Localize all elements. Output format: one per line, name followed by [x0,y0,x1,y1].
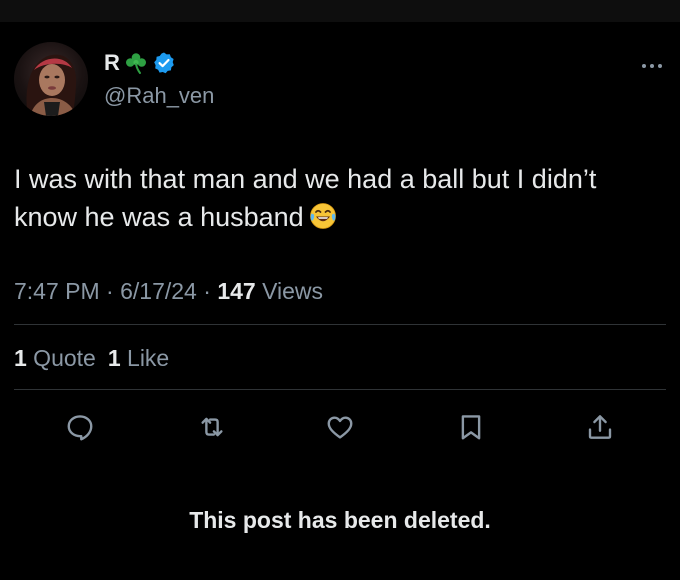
tweet-date[interactable]: 6/17/24 [120,278,197,304]
likes-count: 1 [107,345,121,371]
views-count: 147 [217,278,256,304]
author-name-row[interactable]: R [104,49,176,77]
divider [14,324,666,325]
avatar[interactable] [14,42,88,116]
share-icon [588,415,612,439]
verified-badge-icon[interactable] [152,51,176,75]
tweet-meta: 7:47 PM · 6/17/24 · 147 Views [14,276,323,306]
like-icon [327,416,353,439]
share-button[interactable] [583,410,617,444]
shamrock-icon [124,51,148,75]
user-handle[interactable]: @Rah_ven [104,82,214,110]
display-name[interactable]: R [104,49,120,77]
quotes-label: Quote [26,345,96,371]
views-label: Views [255,278,324,304]
quotes-stat[interactable]: 1 Quote [14,345,96,371]
tweet-body: I was with that man and we had a ball bu… [14,160,664,236]
retweet-icon [201,417,223,437]
more-options-icon[interactable] [640,58,664,68]
reply-button[interactable] [63,410,97,444]
tweet-text: I was with that man and we had a ball bu… [14,164,597,232]
bookmark-icon [461,415,481,440]
retweet-button[interactable] [195,410,229,444]
likes-stat[interactable]: 1 Like [108,345,169,371]
reply-icon [67,415,93,441]
divider [14,389,666,390]
face-with-tears-of-joy-icon [308,201,338,231]
engagement-stats: 1 Quote 1 Like [14,343,169,373]
quotes-count: 1 [14,345,27,371]
avatar-image [26,54,77,116]
deleted-post-notice: This post has been deleted. [189,507,491,533]
meta-separator: · [99,278,121,304]
bookmark-button[interactable] [454,410,488,444]
like-button[interactable] [323,410,357,444]
top-bar [0,0,680,22]
tweet-time[interactable]: 7:47 PM [14,278,100,304]
likes-label: Like [120,345,170,371]
meta-separator: · [196,278,218,304]
